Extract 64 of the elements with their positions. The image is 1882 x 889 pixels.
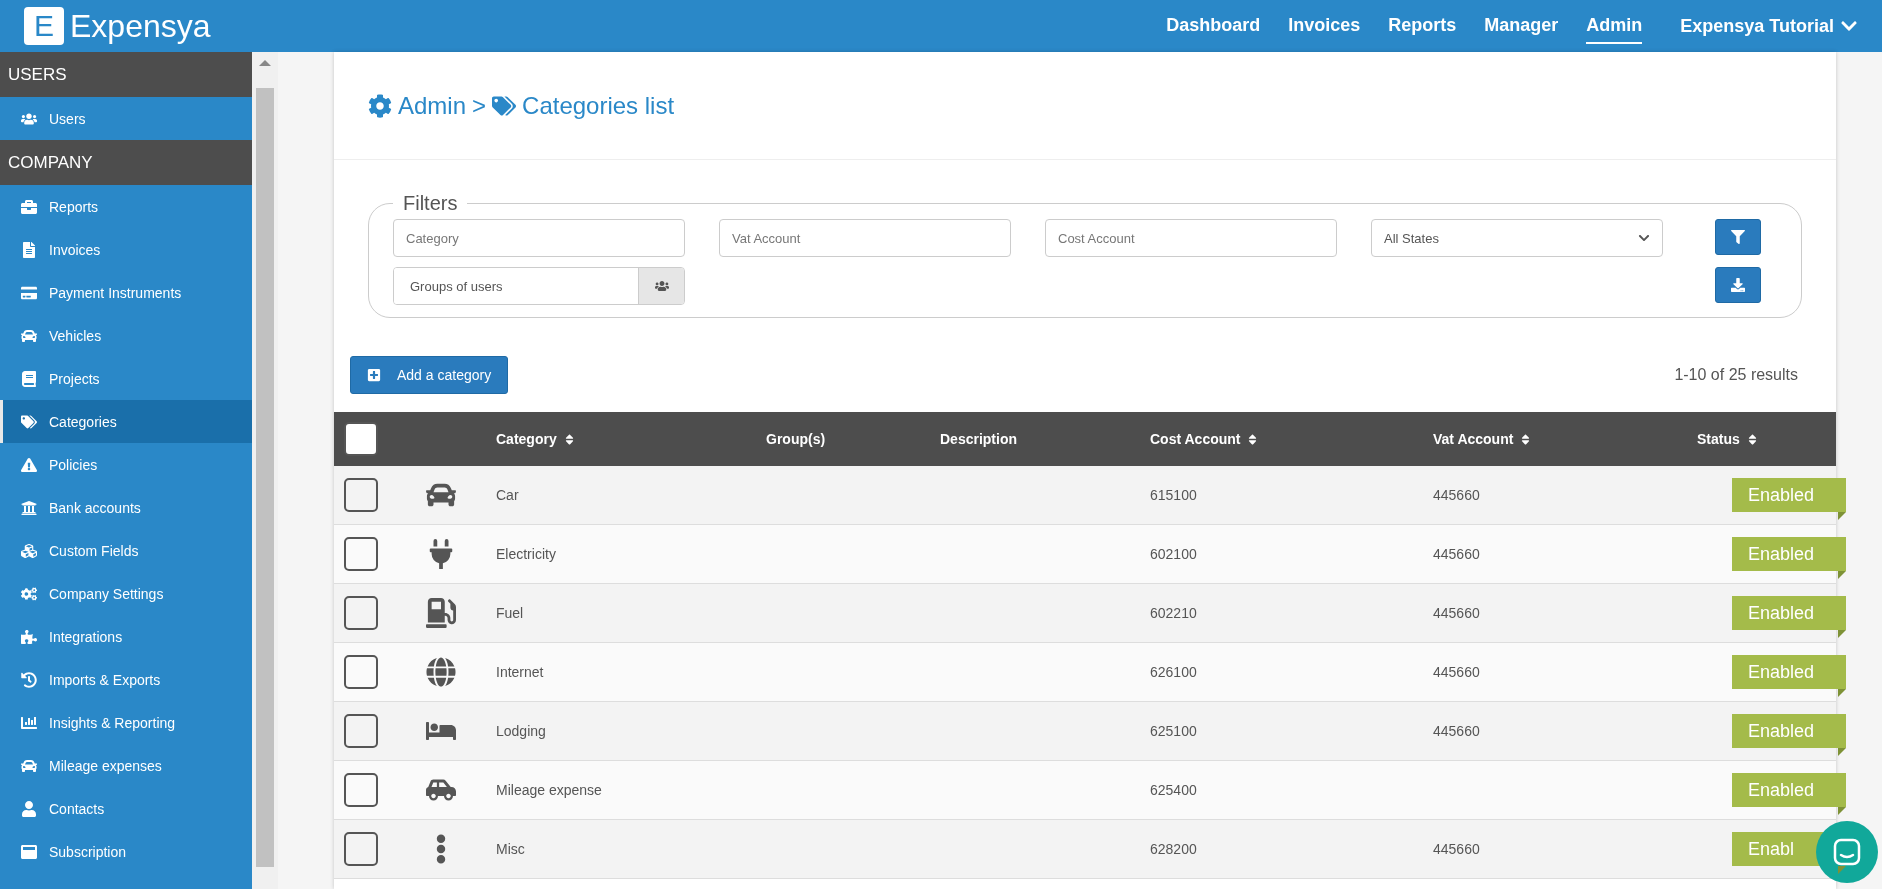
table-cell-text: 602100 <box>1150 546 1198 562</box>
table-cell-text: 628200 <box>1150 841 1198 857</box>
sidebar-item[interactable]: Users <box>0 97 252 140</box>
table-cell-text: Electricity <box>496 546 557 562</box>
table-cell-text: 445660 <box>1433 487 1481 503</box>
table-cell-text: Mileage expense <box>496 782 603 798</box>
column-header[interactable]: Cost Account <box>1150 431 1433 447</box>
column-header[interactable]: Category <box>496 431 766 447</box>
sidebar-section-title: USERS <box>0 52 252 97</box>
sidebar-item[interactable]: Bank accounts <box>0 486 252 529</box>
sidebar-item[interactable]: Invoices <box>0 228 252 271</box>
table-cell-text: Misc <box>496 841 526 857</box>
logo-mark: E <box>24 7 64 45</box>
column-header: Description <box>940 431 1018 447</box>
sidebar-section-title: COMPANY <box>0 140 252 185</box>
sidebar-item[interactable]: Mileage expenses <box>0 744 252 787</box>
nav-link[interactable]: Dashboard <box>1166 8 1261 44</box>
table-cell-text: 445660 <box>1433 841 1481 857</box>
table-cell-text: 615100 <box>1150 487 1198 503</box>
table-cell-text: 445660 <box>1433 605 1481 621</box>
groups-field[interactable]: Groups of users <box>393 267 685 305</box>
account-menu[interactable]: Expensya Tutorial <box>1680 15 1858 37</box>
sidebar-item[interactable]: Custom Fields <box>0 529 252 572</box>
table-cell-text: Lodging <box>496 723 547 739</box>
page-title: Categories list <box>522 91 675 120</box>
sidebar-item[interactable]: Categories <box>0 400 252 443</box>
sidebar-item[interactable]: Payment Instruments <box>0 271 252 314</box>
sidebar-item[interactable]: Reports <box>0 185 252 228</box>
sidebar-item[interactable]: Imports & Exports <box>0 658 252 701</box>
sidebar-item[interactable]: Contacts <box>0 787 252 830</box>
add-category-button[interactable]: Add a category <box>350 356 509 394</box>
results-count: 1-10 of 25 results <box>1674 366 1798 384</box>
table-cell-text: 445660 <box>1433 723 1481 739</box>
vat-account-field[interactable]: Vat Account <box>719 219 1011 257</box>
state-select[interactable]: All States <box>1371 219 1663 257</box>
nav-link[interactable]: Invoices <box>1288 8 1361 44</box>
column-header[interactable]: Status <box>1697 431 1836 447</box>
logo-text: Expensya <box>70 7 211 45</box>
nav-link[interactable]: Reports <box>1388 8 1457 44</box>
table-cell-text: Fuel <box>496 605 525 621</box>
nav-link[interactable]: Admin <box>1586 8 1643 44</box>
sidebar-item[interactable]: Subscription <box>0 830 252 873</box>
table-cell-text: 626100 <box>1150 664 1198 680</box>
sidebar-item[interactable]: Vehicles <box>0 314 252 357</box>
table-cell-text: 602210 <box>1150 605 1198 621</box>
table-cell-text: 445660 <box>1433 664 1481 680</box>
table-cell-text: Car <box>496 487 520 503</box>
sidebar-item[interactable]: Integrations <box>0 615 252 658</box>
cost-account-field[interactable]: Cost Account <box>1045 219 1337 257</box>
sidebar-item[interactable]: Insights & Reporting <box>0 701 252 744</box>
nav-link[interactable]: Manager <box>1484 8 1559 44</box>
table-cell-text: Internet <box>496 664 545 680</box>
column-header[interactable]: Vat Account <box>1433 431 1697 447</box>
column-header: Group(s) <box>766 431 827 447</box>
table-cell-text: 445660 <box>1433 546 1481 562</box>
breadcrumb-link[interactable]: Admin <box>398 91 467 120</box>
breadcrumb-separator: > <box>472 91 487 120</box>
sidebar-item[interactable]: Company Settings <box>0 572 252 615</box>
category-field[interactable]: Category <box>393 219 685 257</box>
sidebar-item[interactable]: Policies <box>0 443 252 486</box>
filters-legend: Filters <box>393 192 468 215</box>
sidebar-item[interactable]: Projects <box>0 357 252 400</box>
table-cell-text: 625100 <box>1150 723 1198 739</box>
table-cell-text: 625400 <box>1150 782 1198 798</box>
